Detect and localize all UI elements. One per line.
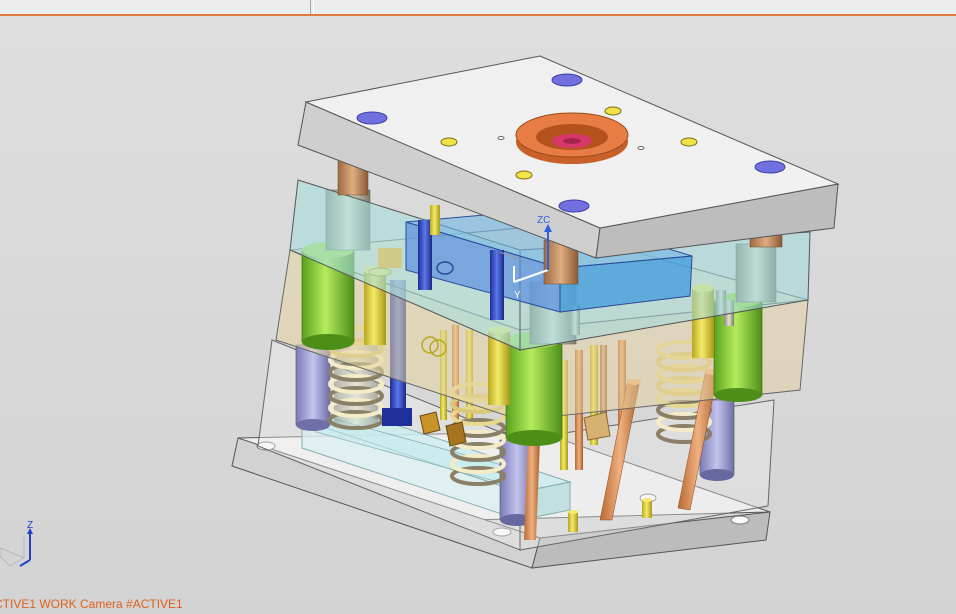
graphics-viewport[interactable]: ZC Y Z CTIVE1 WORK Camera #ACTIVE1 — [0, 16, 956, 614]
window-title-strip — [0, 0, 956, 16]
csys-z-label: ZC — [537, 215, 550, 226]
view-triad[interactable]: Z — [0, 520, 33, 567]
status-line: CTIVE1 WORK Camera #ACTIVE1 — [0, 597, 183, 611]
mold-model[interactable]: ZC Y Z — [0, 16, 956, 614]
triad-z-label: Z — [27, 520, 33, 531]
csys-y-label: Y — [514, 290, 521, 301]
toolbar-separator — [310, 0, 311, 14]
locating-ring[interactable] — [515, 112, 629, 164]
